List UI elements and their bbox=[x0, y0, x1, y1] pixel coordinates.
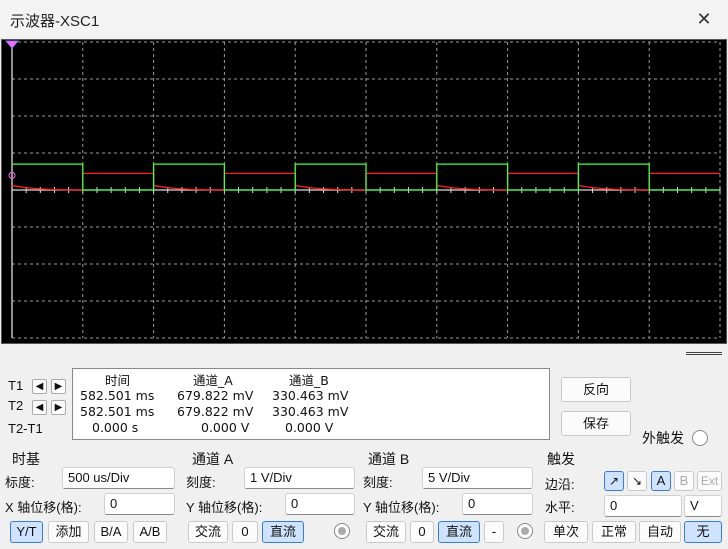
mode-add-button[interactable]: 添加 bbox=[48, 521, 89, 543]
channel-a-ypos-label: Y 轴位移(格): bbox=[186, 500, 263, 515]
scope-display bbox=[5, 40, 721, 339]
channel-a-ypos-field[interactable]: 0 bbox=[285, 493, 355, 515]
t2-channel-a: 679.822 mV bbox=[177, 404, 254, 419]
oscilloscope-screen bbox=[1, 39, 727, 344]
channel-b-dc-button[interactable]: 直流 bbox=[438, 521, 480, 543]
channel-a-dc-button[interactable]: 直流 bbox=[262, 521, 304, 543]
timebase-scale-field[interactable]: 500 us/Div bbox=[62, 467, 175, 489]
window-title: 示波器-XSC1 bbox=[10, 13, 100, 30]
mode-ab-button[interactable]: A/B bbox=[133, 521, 167, 543]
cursor-t1-marker-icon bbox=[5, 40, 19, 49]
trigger-source-b-button[interactable]: B bbox=[674, 471, 694, 491]
trigger-title: 触发 bbox=[547, 451, 575, 467]
trigger-single-button[interactable]: 单次 bbox=[544, 521, 588, 543]
col-a-header: 通道_A bbox=[193, 373, 233, 388]
channel-b-terminal[interactable] bbox=[517, 523, 533, 539]
t1-time: 582.501 ms bbox=[80, 388, 155, 403]
falling-edge-icon[interactable]: ↘ bbox=[627, 471, 647, 491]
trigger-normal-button[interactable]: 正常 bbox=[592, 521, 636, 543]
trigger-level-label: 水平: bbox=[545, 500, 575, 515]
col-b-header: 通道_B bbox=[289, 373, 329, 388]
mode-ba-button[interactable]: B/A bbox=[94, 521, 128, 543]
trigger-auto-button[interactable]: 自动 bbox=[639, 521, 681, 543]
t1-channel-b: 330.463 mV bbox=[272, 388, 349, 403]
col-time-header: 时间 bbox=[105, 373, 131, 388]
channel-a-title: 通道 A bbox=[192, 451, 234, 467]
ext-trigger-terminal[interactable] bbox=[692, 430, 708, 446]
channel-b-trace bbox=[12, 163, 720, 191]
ext-trigger-label: 外触发 bbox=[642, 430, 684, 446]
t2-time: 582.501 ms bbox=[80, 404, 155, 419]
cursor-t1-label: T1 bbox=[8, 378, 24, 393]
trigger-none-button[interactable]: 无 bbox=[684, 521, 722, 543]
diff-channel-b: 0.000 V bbox=[285, 420, 334, 435]
cursor-diff-label: T2-T1 bbox=[8, 421, 43, 436]
trigger-edge-label: 边沿: bbox=[545, 477, 575, 492]
channel-b-ypos-field[interactable]: 0 bbox=[462, 493, 533, 515]
channel-a-scale-label: 刻度: bbox=[186, 475, 216, 490]
channel-a-zero-button[interactable]: 0 bbox=[232, 521, 258, 543]
channel-b-ypos-label: Y 轴位移(格): bbox=[363, 500, 440, 515]
trigger-source-a-button[interactable]: A bbox=[651, 471, 671, 491]
cursor-t2-label: T2 bbox=[8, 398, 24, 413]
measurement-table: 时间 通道_A 通道_B 582.501 ms 679.822 mV 330.4… bbox=[72, 368, 550, 440]
mode-yt-button[interactable]: Y/T bbox=[10, 521, 43, 543]
timebase-scale-label: 标度: bbox=[5, 475, 35, 490]
channel-b-scale-field[interactable]: 5 V/Div bbox=[422, 467, 533, 489]
rising-edge-icon[interactable]: ↗ bbox=[604, 471, 624, 491]
close-icon[interactable]: ✕ bbox=[690, 5, 718, 33]
channel-b-scale-label: 刻度: bbox=[363, 475, 393, 490]
diff-channel-a: 0.000 V bbox=[201, 420, 250, 435]
timebase-title: 时基 bbox=[12, 451, 40, 467]
diff-time: 0.000 s bbox=[92, 420, 139, 435]
channel-b-zero-button[interactable]: 0 bbox=[410, 521, 434, 543]
reverse-button[interactable]: 反向 bbox=[561, 377, 631, 402]
channel-b-invert-button[interactable]: - bbox=[484, 521, 504, 543]
channel-b-title: 通道 B bbox=[368, 451, 410, 467]
resize-handle[interactable] bbox=[686, 352, 722, 355]
channel-a-ac-button[interactable]: 交流 bbox=[188, 521, 228, 543]
trigger-level-unit[interactable]: V bbox=[684, 495, 722, 517]
channel-a-terminal[interactable] bbox=[334, 523, 350, 539]
t1-left-arrow-icon[interactable]: ◀ bbox=[32, 379, 47, 394]
trigger-source-ext-button[interactable]: Ext bbox=[697, 471, 722, 491]
channel-b-ac-button[interactable]: 交流 bbox=[366, 521, 406, 543]
title-bar bbox=[0, 0, 728, 38]
trigger-level-field[interactable]: 0 bbox=[604, 495, 682, 517]
x-position-label: X 轴位移(格): bbox=[5, 500, 82, 515]
t1-channel-a: 679.822 mV bbox=[177, 388, 254, 403]
x-position-field[interactable]: 0 bbox=[104, 493, 175, 515]
channel-a-scale-field[interactable]: 1 V/Div bbox=[244, 467, 355, 489]
t2-channel-b: 330.463 mV bbox=[272, 404, 349, 419]
save-button[interactable]: 保存 bbox=[561, 411, 631, 436]
t2-right-arrow-icon[interactable]: ▶ bbox=[51, 400, 66, 415]
t1-right-arrow-icon[interactable]: ▶ bbox=[51, 379, 66, 394]
t2-left-arrow-icon[interactable]: ◀ bbox=[32, 400, 47, 415]
